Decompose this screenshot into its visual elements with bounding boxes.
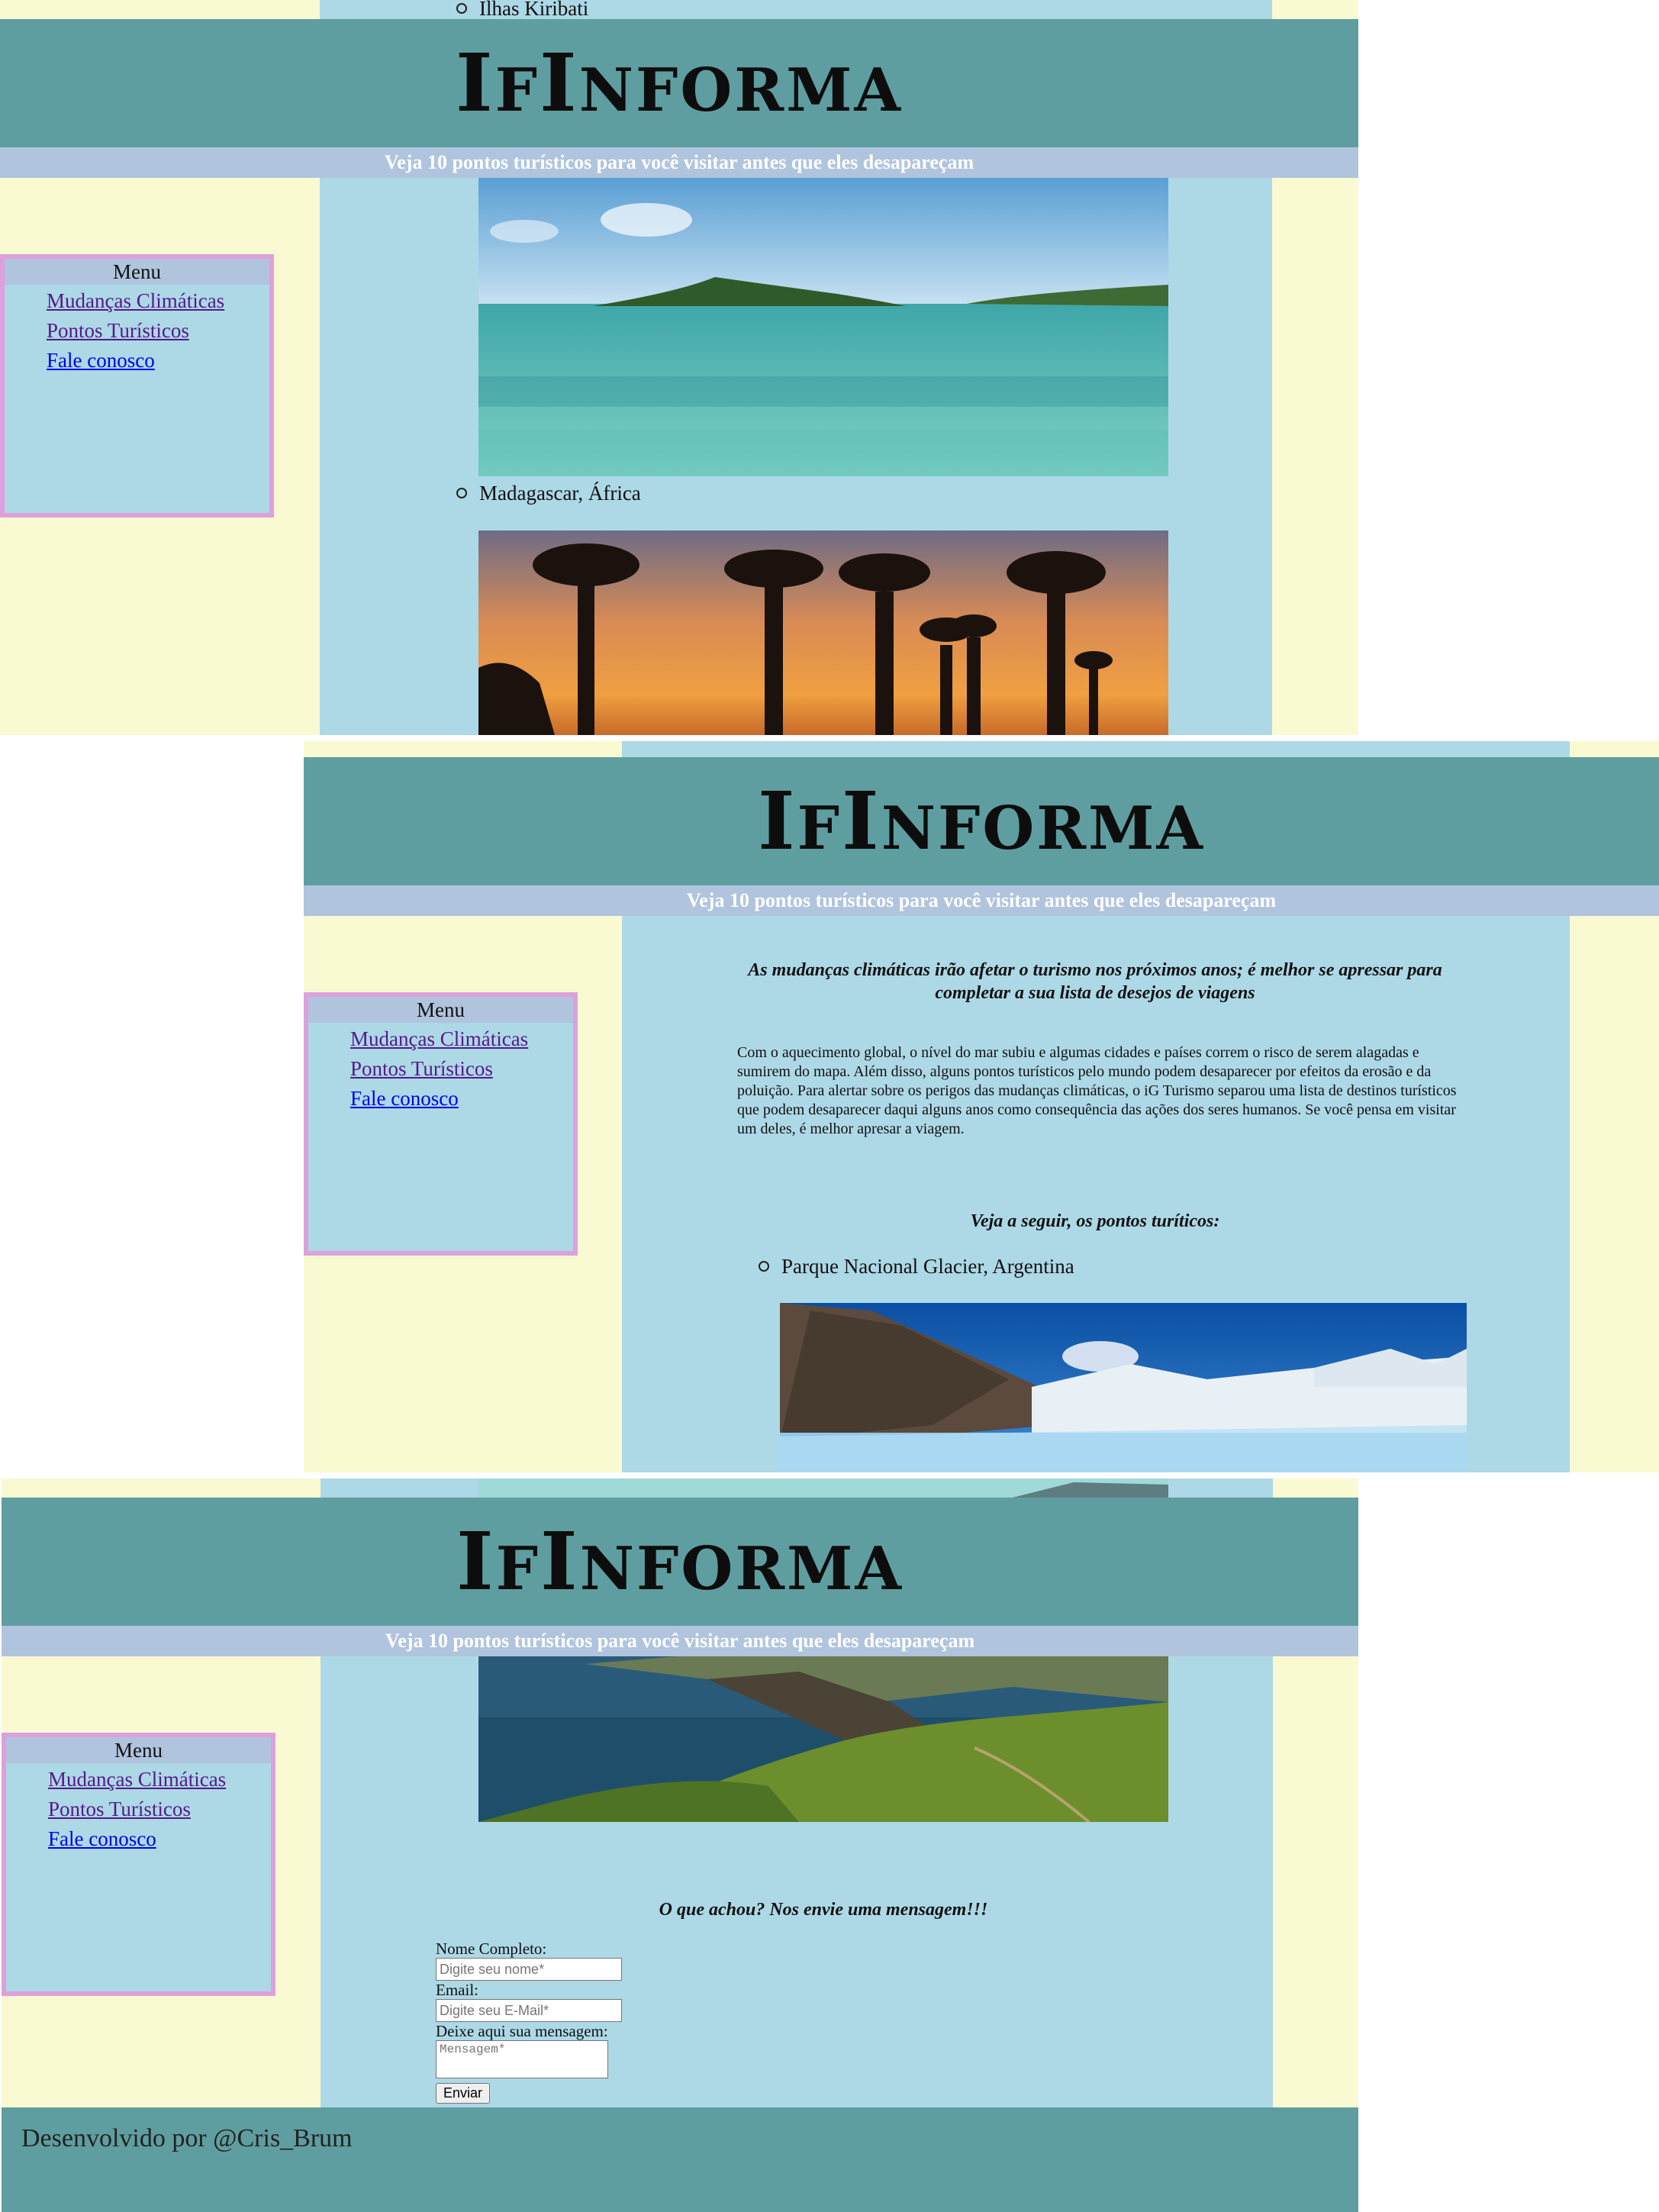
menu-link-fale-conosco[interactable]: Fale conosco	[350, 1087, 459, 1110]
email-label: Email:	[436, 1981, 478, 1999]
submit-button[interactable]: Enviar	[436, 2083, 491, 2104]
name-label: Nome Completo:	[436, 1940, 547, 1958]
menu-link-mudancas-climaticas[interactable]: Mudanças Climáticas	[47, 289, 224, 312]
side-menu: Menu Mudanças Climáticas Pontos Turístic…	[304, 992, 578, 1256]
site-logo: IFINFORMA	[757, 774, 1205, 868]
site-logo: IFINFORMA	[456, 1514, 904, 1608]
list-heading: Veja a seguir, os pontos turíticos:	[970, 1211, 1220, 1231]
menu-link-pontos-turisticos[interactable]: Pontos Turísticos	[48, 1798, 191, 1820]
contact-heading: O que achou? Nos envie uma mensagem!!!	[659, 1900, 988, 1920]
subtitle-bar: Veja 10 pontos turísticos para você visi…	[2, 1626, 1358, 1656]
list-item-ilhas-kiribati: Ilhas Kiribati	[456, 0, 588, 21]
menu-link-pontos-turisticos[interactable]: Pontos Turísticos	[47, 319, 189, 342]
list-item-glacier: Parque Nacional Glacier, Argentina	[759, 1253, 1074, 1279]
menu-heading: Menu	[308, 997, 573, 1023]
contact-form: Nome Completo: Email: Deixe aqui sua men…	[436, 1940, 622, 2104]
article-headline: As mudanças climáticas irão afetar o tur…	[748, 960, 1442, 1003]
site-footer: Desenvolvido por @Cris_Brum	[2, 2107, 1358, 2212]
madagascar-baobab-photo	[478, 530, 1168, 735]
footer-credit: Desenvolvido por @Cris_Brum	[21, 2124, 353, 2152]
message-textarea[interactable]	[436, 2040, 608, 2078]
coastal-cliffs-photo	[478, 1656, 1168, 1822]
menu-link-fale-conosco[interactable]: Fale conosco	[47, 349, 155, 372]
message-label: Deixe aqui sua mensagem:	[436, 2022, 608, 2040]
kiribati-island-photo	[478, 178, 1168, 476]
menu-link-mudancas-climaticas[interactable]: Mudanças Climáticas	[48, 1768, 226, 1791]
site-logo: IFINFORMA	[455, 36, 903, 130]
email-input[interactable]	[436, 1999, 622, 2022]
subtitle-bar: Veja 10 pontos turísticos para você visi…	[0, 147, 1358, 178]
screenshot-panel-3: IFINFORMA Veja 10 pontos turísticos para…	[2, 1478, 1358, 2212]
name-input[interactable]	[436, 1958, 622, 1981]
glacier-photo	[780, 1303, 1467, 1472]
subtitle-bar: Veja 10 pontos turísticos para você visi…	[304, 885, 1659, 916]
side-menu: Menu Mudanças Climáticas Pontos Turístic…	[0, 254, 274, 518]
site-header: IFINFORMA	[2, 1498, 1358, 1626]
screenshot-panel-2: IFINFORMA Veja 10 pontos turísticos para…	[304, 741, 1659, 1472]
scrolled-photo-edge	[478, 1478, 1168, 1498]
screenshot-panel-1: Ilhas Kiribati IFINFORMA Veja 10 pontos …	[0, 0, 1358, 735]
side-menu: Menu Mudanças Climáticas Pontos Turístic…	[2, 1733, 275, 1996]
menu-heading: Menu	[5, 259, 269, 285]
article-intro: Com o aquecimento global, o nível do mar…	[737, 1044, 1457, 1137]
site-header: IFINFORMA	[0, 19, 1358, 147]
list-item-madagascar: Madagascar, África	[456, 480, 641, 506]
menu-link-mudancas-climaticas[interactable]: Mudanças Climáticas	[350, 1027, 528, 1050]
menu-link-pontos-turisticos[interactable]: Pontos Turísticos	[350, 1057, 493, 1080]
menu-heading: Menu	[6, 1737, 271, 1763]
menu-link-fale-conosco[interactable]: Fale conosco	[48, 1827, 156, 1850]
site-header: IFINFORMA	[304, 757, 1659, 885]
